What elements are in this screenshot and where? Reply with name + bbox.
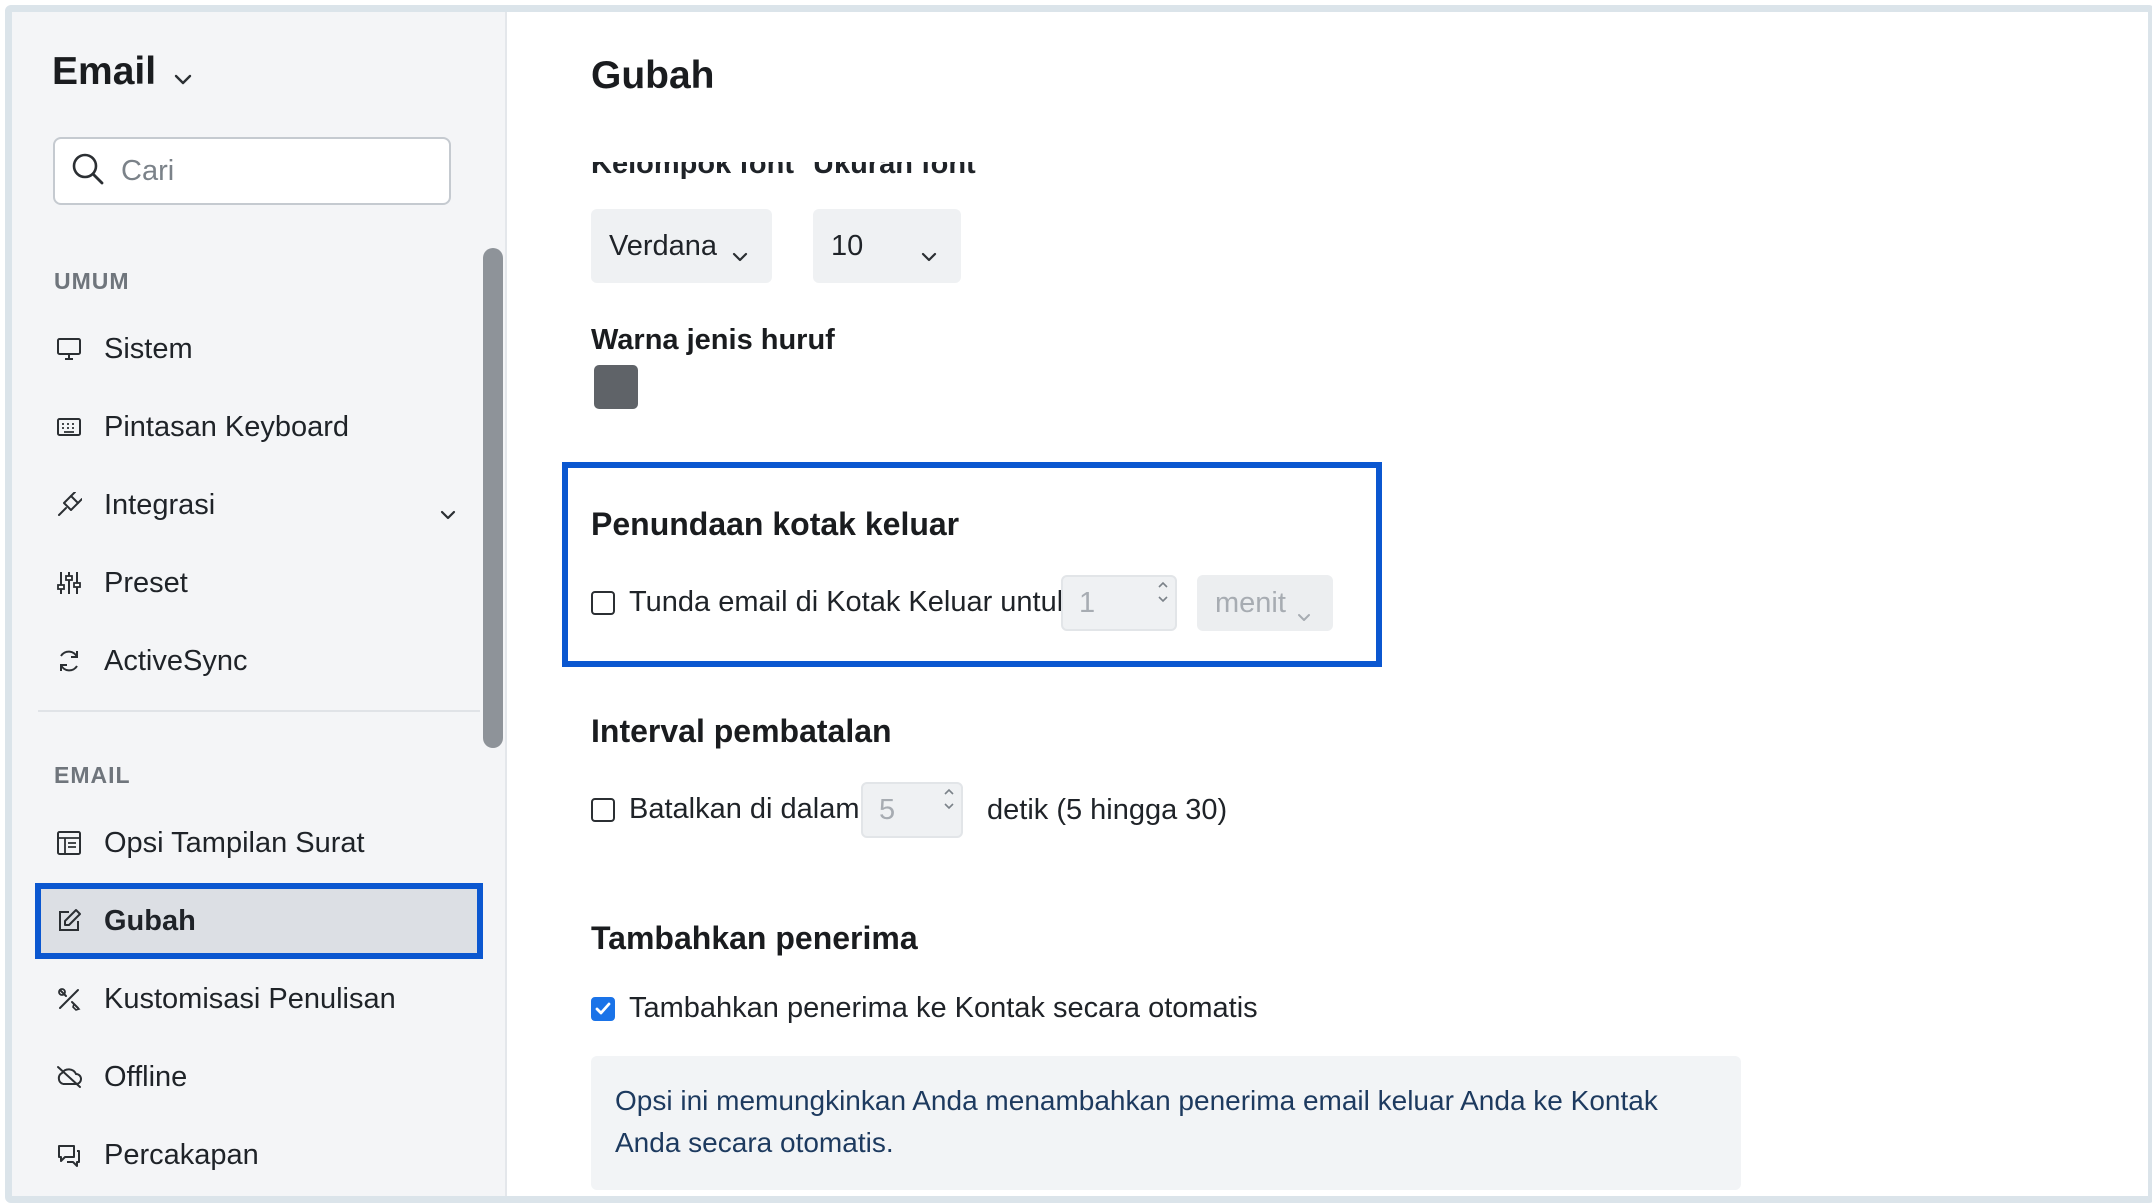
undo-interval-amount: 5 xyxy=(879,793,896,826)
font-family-value: Verdana xyxy=(609,229,718,262)
sidebar-item-label: Kustomisasi Penulisan xyxy=(104,982,396,1015)
main-panel: Gubah Kelompok font Ukuran font Verdana … xyxy=(508,12,2148,1196)
chevron-up-icon[interactable] xyxy=(1157,581,1169,589)
sidebar-item-conversations[interactable]: Percakapan xyxy=(38,1120,480,1190)
font-family-label: Kelompok font xyxy=(591,162,794,180)
app-title: Email xyxy=(52,50,157,93)
monitor-icon xyxy=(54,334,84,364)
undo-interval-suffix: detik (5 hingga 30) xyxy=(987,794,1228,826)
sidebar-item-label: Percakapan xyxy=(104,1138,259,1171)
sidebar-item-label: Sistem xyxy=(104,332,193,365)
tools-icon xyxy=(54,984,84,1014)
search-input[interactable] xyxy=(119,153,423,189)
chevron-down-icon[interactable] xyxy=(1157,595,1169,603)
outbox-delay-checkbox[interactable] xyxy=(591,590,615,615)
sidebar-item-label: Opsi Tampilan Surat xyxy=(104,826,365,859)
add-recipients-option: Tambahkan penerima ke Kontak secara otom… xyxy=(591,992,1258,1025)
chevron-down-icon xyxy=(732,237,748,270)
add-recipients-checkbox-label: Tambahkan penerima ke Kontak secara otom… xyxy=(629,992,1258,1024)
outbox-delay-highlight xyxy=(562,462,1382,667)
sidebar-item-label: Preset xyxy=(104,566,188,599)
settings-window: Email UMUM Sistem Pintasan Keyboard xyxy=(5,5,2152,1203)
plug-icon xyxy=(54,490,84,520)
sidebar-item-label: Offline xyxy=(104,1060,188,1093)
sidebar-item-keyboard-shortcuts[interactable]: Pintasan Keyboard xyxy=(38,392,480,462)
section-label-general: UMUM xyxy=(54,268,130,294)
sidebar-item-presets[interactable]: Preset xyxy=(38,548,480,618)
font-family-select[interactable]: Verdana xyxy=(591,209,772,283)
sidebar-divider xyxy=(38,710,480,712)
undo-interval-checkbox[interactable] xyxy=(591,797,615,822)
outbox-delay-amount: 1 xyxy=(1079,586,1096,619)
outbox-delay-unit-select[interactable]: menit xyxy=(1197,575,1333,631)
sliders-icon xyxy=(54,568,84,598)
sidebar-item-label: Gubah xyxy=(104,904,196,937)
outbox-delay-checkbox-label: Tunda email di Kotak Keluar untuk xyxy=(629,586,1072,618)
sidebar-item-offline[interactable]: Offline xyxy=(38,1042,480,1112)
keyboard-icon xyxy=(54,412,84,442)
chevron-down-icon xyxy=(921,237,937,270)
add-recipients-checkbox[interactable] xyxy=(591,996,615,1021)
sidebar-scrollbar[interactable] xyxy=(483,248,503,748)
font-size-select[interactable]: 10 xyxy=(813,209,961,283)
sidebar-item-system[interactable]: Sistem xyxy=(38,314,480,384)
font-size-value: 10 xyxy=(831,229,864,262)
undo-interval-checkbox-label: Batalkan di dalam xyxy=(629,793,860,825)
font-color-swatch[interactable] xyxy=(594,365,638,409)
sidebar-item-compose[interactable]: Gubah xyxy=(35,883,483,959)
outbox-delay-unit: menit xyxy=(1215,586,1286,619)
app-switcher[interactable]: Email xyxy=(52,48,192,96)
search-box[interactable] xyxy=(53,137,451,205)
sidebar-item-writing-customization[interactable]: Kustomisasi Penulisan xyxy=(38,964,480,1034)
compose-icon xyxy=(54,906,84,936)
search-icon xyxy=(71,152,105,191)
sidebar-item-integrations[interactable]: Integrasi xyxy=(38,470,480,540)
section-label-email: EMAIL xyxy=(54,762,131,788)
outbox-delay-amount-stepper[interactable]: 1 xyxy=(1061,575,1177,631)
outbox-delay-title: Penundaan kotak keluar xyxy=(591,506,960,542)
sidebar-item-mail-view-options[interactable]: Opsi Tampilan Surat xyxy=(38,808,480,878)
chevron-down-icon[interactable] xyxy=(943,802,955,810)
sidebar: Email UMUM Sistem Pintasan Keyboard xyxy=(12,12,507,1196)
checkmark-icon xyxy=(595,1002,611,1014)
chevron-down-icon xyxy=(174,52,192,96)
add-recipients-title: Tambahkan penerima xyxy=(591,920,918,956)
undo-interval-title: Interval pembatalan xyxy=(591,713,892,749)
sync-icon xyxy=(54,646,84,676)
font-color-label: Warna jenis huruf xyxy=(591,324,835,356)
page-title: Gubah xyxy=(591,54,715,97)
sidebar-item-label: ActiveSync xyxy=(104,644,248,677)
cloud-off-icon xyxy=(54,1062,84,1092)
sidebar-item-label: Integrasi xyxy=(104,488,216,521)
undo-interval-option: Batalkan di dalam xyxy=(591,793,860,826)
add-recipients-info: Opsi ini memungkinkan Anda menambahkan p… xyxy=(591,1056,1741,1190)
chevron-down-icon xyxy=(1297,597,1311,630)
font-size-label: Ukuran font xyxy=(813,162,976,180)
sidebar-item-label: Pintasan Keyboard xyxy=(104,410,350,443)
undo-interval-amount-stepper[interactable]: 5 xyxy=(861,782,963,838)
layout-icon xyxy=(54,828,84,858)
sidebar-item-activesync[interactable]: ActiveSync xyxy=(38,626,480,696)
chat-icon xyxy=(54,1140,84,1170)
chevron-down-icon[interactable] xyxy=(440,495,456,528)
chevron-up-icon[interactable] xyxy=(943,788,955,796)
outbox-delay-option: Tunda email di Kotak Keluar untuk xyxy=(591,586,1071,619)
